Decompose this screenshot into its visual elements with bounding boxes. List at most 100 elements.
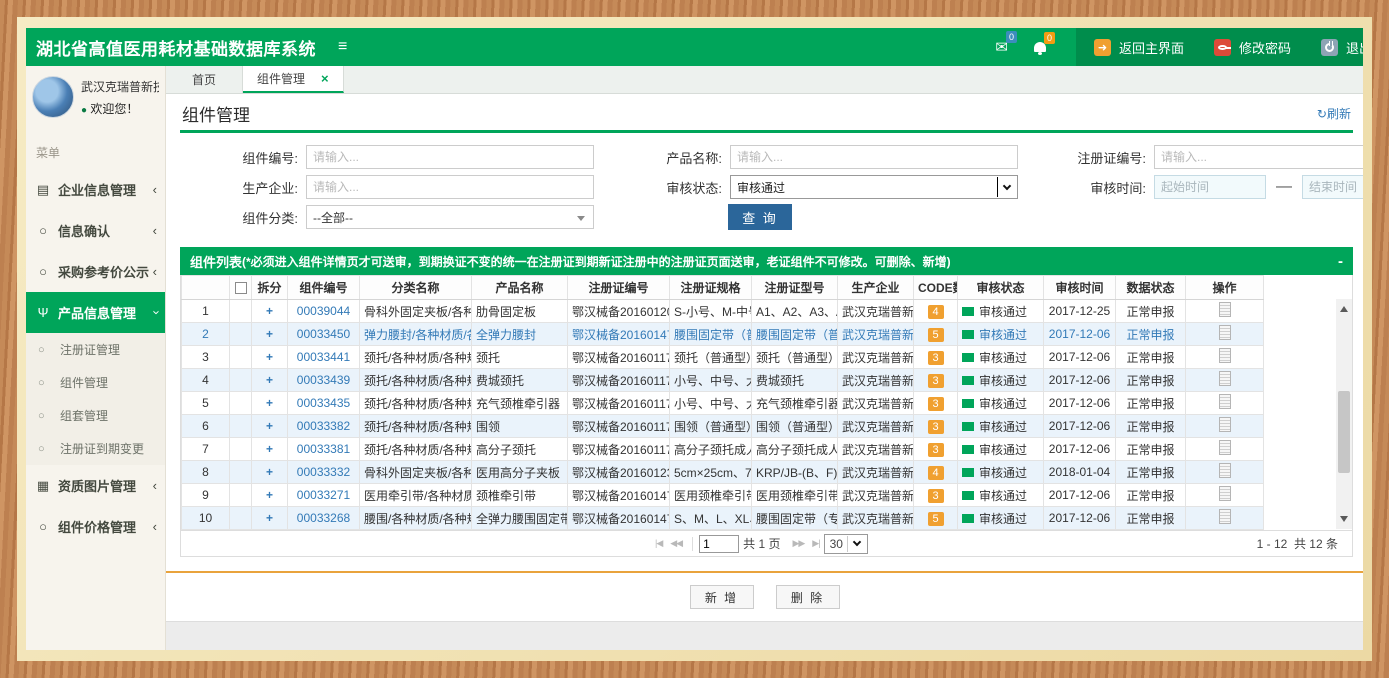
component-code-link[interactable]: 00033381 [297, 442, 350, 456]
sidebar-item-label: 组件价格管理 [58, 517, 136, 536]
sidebar-subitem[interactable]: ○注册证到期变更 [26, 432, 165, 465]
tab-home[interactable]: 首页 [166, 66, 243, 93]
company-cell: 武汉克瑞普新技术 [838, 461, 914, 484]
prev-page-icon[interactable]: ◀◀ [670, 538, 682, 549]
scroll-down-icon[interactable] [1336, 511, 1352, 527]
next-page-icon[interactable]: ▶▶ [792, 538, 804, 549]
expand-row-button[interactable]: + [266, 350, 273, 364]
expand-row-button[interactable]: + [266, 304, 273, 318]
component-code-link[interactable]: 00033441 [297, 350, 350, 364]
audit-status-cell: 审核通过 [958, 392, 1044, 415]
expand-row-button[interactable]: + [266, 511, 273, 525]
circle-icon: ○ [34, 223, 52, 238]
notifications-bell-icon[interactable]: 0 [1034, 39, 1046, 56]
hamburger-menu-icon[interactable]: ≡ [338, 38, 347, 56]
expand-row-button[interactable]: + [266, 488, 273, 502]
close-tab-icon[interactable]: × [321, 71, 329, 86]
sidebar-item[interactable]: ○组件价格管理‹ [26, 506, 165, 547]
code-count-badge: 5 [928, 328, 944, 342]
app-title: 湖北省高值医用耗材基础数据库系统 [26, 35, 316, 60]
logout-button[interactable]: 退出 [1321, 38, 1363, 57]
cert-spec-cell: 小号、中号、大号 [670, 392, 752, 415]
select-all-checkbox[interactable] [235, 282, 247, 294]
sidebar-subitem[interactable]: ○注册证管理 [26, 333, 165, 366]
component-code-link[interactable]: 00033332 [297, 465, 350, 479]
document-icon[interactable] [1219, 394, 1231, 409]
row-number: 9 [182, 484, 230, 507]
first-page-icon[interactable]: |◀ [655, 538, 662, 549]
manufacturer-input[interactable] [306, 175, 594, 199]
search-button[interactable]: 查 询 [728, 204, 792, 230]
column-header: 生产企业 [838, 276, 914, 300]
expand-row-button[interactable]: + [266, 327, 273, 341]
footer-strip [166, 621, 1363, 650]
date-range-separator: — [1276, 178, 1292, 196]
component-code-input[interactable] [306, 145, 594, 169]
audit-status-select[interactable]: 审核通过 [730, 175, 1018, 199]
vertical-scrollbar[interactable] [1336, 299, 1352, 529]
component-code-link[interactable]: 00033382 [297, 419, 350, 433]
back-to-main-button[interactable]: ➜ 返回主界面 [1094, 38, 1184, 57]
chevron-icon: ‹ [153, 223, 157, 238]
page-number-input[interactable] [699, 535, 739, 553]
scrollbar-thumb[interactable] [1338, 391, 1350, 473]
sidebar-item[interactable]: ○信息确认‹ [26, 210, 165, 251]
expand-row-button[interactable]: + [266, 442, 273, 456]
collapse-panel-button[interactable]: - [1330, 253, 1343, 270]
tab-component-management[interactable]: 组件管理 × [243, 66, 344, 93]
document-icon[interactable] [1219, 302, 1231, 317]
page-content: 组件管理 ↻刷新 组件编号: 产品名称: 注册证编号: [166, 94, 1363, 650]
cert-no-input[interactable] [1154, 145, 1363, 169]
document-icon[interactable] [1219, 463, 1231, 478]
column-header: CODE数 [914, 276, 958, 300]
component-code-link[interactable]: 00033271 [297, 488, 350, 502]
company-cell: 武汉克瑞普新技术 [838, 369, 914, 392]
mail-icon[interactable]: ✉0 [995, 38, 1008, 56]
expand-row-button[interactable]: + [266, 465, 273, 479]
panel-note: (*必须进入组件详情页才可送审，到期换证不变的统一在注册证到期新证注册中的注册证… [242, 253, 951, 270]
sidebar-item[interactable]: ▦资质图片管理‹ [26, 465, 165, 506]
component-code-link[interactable]: 00033450 [297, 327, 350, 341]
document-icon[interactable] [1219, 509, 1231, 524]
component-code-link[interactable]: 00033439 [297, 373, 350, 387]
document-icon[interactable] [1219, 440, 1231, 455]
audit-status-cell: 审核通过 [958, 461, 1044, 484]
sidebar-item[interactable]: ○采购参考价公示‹ [26, 251, 165, 292]
audit-time-cell: 2017-12-06 [1044, 507, 1116, 530]
document-icon[interactable] [1219, 486, 1231, 501]
component-code-link[interactable]: 00033435 [297, 396, 350, 410]
key-icon [1214, 39, 1231, 56]
data-status-cell: 正常申报 [1116, 484, 1186, 507]
component-code-link[interactable]: 00033268 [297, 511, 350, 525]
component-code-link[interactable]: 00039044 [297, 304, 350, 318]
cert-no-cell: 鄂汉械备20160117 [568, 438, 670, 461]
sidebar-subitem[interactable]: ○组套管理 [26, 399, 165, 432]
delete-button[interactable]: 删 除 [776, 585, 840, 609]
start-date-input[interactable] [1154, 175, 1266, 199]
expand-row-button[interactable]: + [266, 373, 273, 387]
page-size-select[interactable]: 30 [824, 534, 868, 554]
scroll-up-icon[interactable] [1336, 301, 1352, 317]
expand-row-button[interactable]: + [266, 419, 273, 433]
audit-time-cell: 2017-12-06 [1044, 438, 1116, 461]
column-header: 注册证规格 [670, 276, 752, 300]
row-number: 7 [182, 438, 230, 461]
product-name-input[interactable] [730, 145, 1018, 169]
sidebar-subitem[interactable]: ○组件管理 [26, 366, 165, 399]
sidebar-subitem-label: 组件管理 [60, 374, 108, 391]
add-button[interactable]: 新 增 [690, 585, 754, 609]
expand-row-button[interactable]: + [266, 396, 273, 410]
document-icon[interactable] [1219, 371, 1231, 386]
sidebar-item[interactable]: Ψ产品信息管理‹ [26, 292, 165, 333]
main-area: 首页 组件管理 × 组件管理 ↻刷新 组件编号: 产品名称: [166, 66, 1363, 650]
change-password-button[interactable]: 修改密码 [1214, 38, 1291, 57]
last-page-icon[interactable]: ▶| [812, 538, 819, 549]
document-icon[interactable] [1219, 325, 1231, 340]
row-number: 10 [182, 507, 230, 530]
category-combobox[interactable]: --全部-- [306, 205, 594, 229]
refresh-link[interactable]: ↻刷新 [1317, 105, 1351, 122]
end-date-input[interactable] [1302, 175, 1363, 199]
document-icon[interactable] [1219, 417, 1231, 432]
sidebar-item[interactable]: ▤企业信息管理‹ [26, 169, 165, 210]
document-icon[interactable] [1219, 348, 1231, 363]
